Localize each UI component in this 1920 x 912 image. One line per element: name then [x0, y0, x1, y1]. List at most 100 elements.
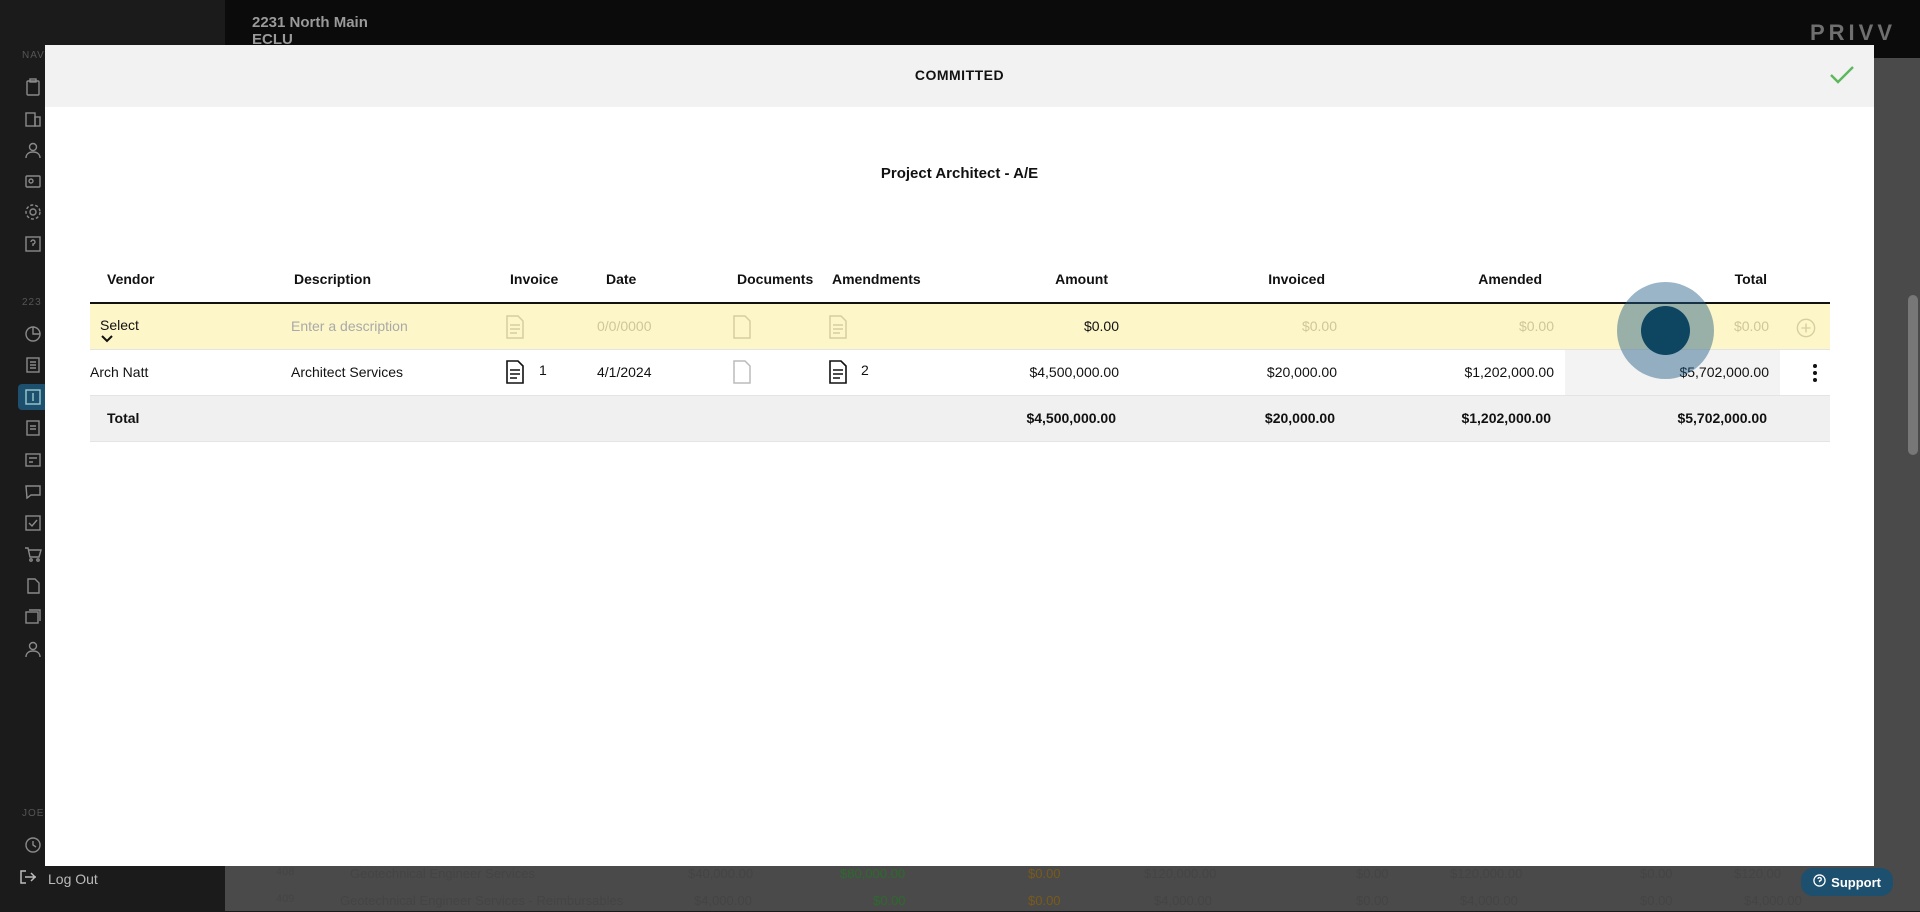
row-value: $0.00 [1028, 866, 1061, 881]
row-description: Geotechnical Engineer Services - Reimbur… [340, 893, 624, 908]
table-row[interactable]: 408 Geotechnical Engineer Services $40,0… [270, 863, 1880, 885]
clipboard-icon[interactable] [24, 78, 42, 96]
file-icon[interactable] [24, 577, 42, 595]
row-number: 409 [276, 893, 295, 905]
check-icon[interactable] [1828, 63, 1856, 87]
col-documents: Documents [737, 271, 814, 287]
brand-logo: PRIVV [1809, 20, 1896, 45]
invoice-document-icon[interactable] [505, 360, 525, 384]
user-icon[interactable] [24, 141, 42, 159]
invoice-document-icon[interactable] [505, 315, 525, 339]
col-total: Total [1734, 271, 1767, 287]
logout-icon [18, 868, 38, 889]
row-value: $4,000.00 [1744, 893, 1802, 908]
document-icon[interactable] [732, 315, 752, 339]
modal-title: COMMITTED [914, 67, 1005, 83]
scrollbar[interactable] [1908, 295, 1918, 455]
kebab-menu-icon[interactable] [1808, 362, 1822, 384]
amount-cell: $4,500,000.00 [1029, 364, 1119, 380]
clock-icon[interactable] [24, 836, 42, 854]
table-row[interactable]: Arch Natt Architect Services 1 4/1/2024 … [90, 350, 1830, 396]
contacts-icon[interactable] [24, 172, 42, 190]
description-cell: Architect Services [291, 364, 404, 380]
row-value: $120,000.00 [1144, 866, 1217, 881]
col-date: Date [606, 271, 637, 287]
row-value: $0.00 [873, 893, 906, 908]
list-icon[interactable] [24, 356, 42, 374]
invoiced-value: $0.00 [1301, 318, 1337, 334]
click-indicator-dot [1641, 306, 1690, 355]
row-value: $4,000.00 [1154, 893, 1212, 908]
gallery-icon[interactable] [24, 608, 42, 626]
table-row[interactable]: 409 Geotechnical Engineer Services - Rei… [270, 890, 1880, 912]
row-value: $120,00 [1734, 866, 1781, 881]
help-icon[interactable] [24, 235, 42, 253]
row-value: $120,000.00 [1450, 866, 1523, 881]
project-title[interactable]: 2231 North Main ECLU [252, 14, 368, 48]
chat-icon[interactable] [24, 483, 42, 501]
date-cell: 4/1/2024 [597, 364, 652, 380]
col-amended: Amended [1478, 271, 1542, 287]
col-invoice: Invoice [510, 271, 559, 287]
totals-total: $5,702,000.00 [1677, 410, 1767, 426]
date-input[interactable]: 0/0/0000 [597, 318, 652, 334]
totals-label: Total [107, 410, 140, 426]
help-circle-icon [1813, 874, 1826, 890]
amount-input[interactable]: $0.00 [1084, 318, 1119, 334]
click-indicator [1617, 282, 1714, 379]
committed-modal: COMMITTED Project Architect - A/E Vendor… [45, 45, 1874, 866]
row-value: $0.00 [1356, 866, 1389, 881]
row-value: $0.00 [1028, 893, 1061, 908]
row-value: $0.00 [1640, 893, 1673, 908]
section-title: Project Architect - A/E [880, 165, 1039, 182]
totals-row: Total $4,500,000.00 $20,000.00 $1,202,00… [90, 396, 1830, 442]
col-invoiced: Invoiced [1268, 271, 1325, 287]
col-vendor: Vendor [107, 271, 155, 287]
totals-invoiced: $20,000.00 [1264, 410, 1335, 426]
row-value: $40,000.00 [688, 866, 754, 881]
profile-icon[interactable] [24, 640, 42, 658]
amended-cell: $1,202,000.00 [1464, 364, 1554, 380]
sidebar-heading: 223 [22, 297, 42, 308]
vendor-cell: Arch Natt [90, 364, 149, 380]
totals-amended: $1,202,000.00 [1461, 410, 1551, 426]
modal-header: COMMITTED [45, 45, 1874, 107]
description-input[interactable]: Enter a description [291, 318, 408, 334]
chevron-down-icon [100, 331, 114, 347]
col-amount: Amount [1055, 271, 1108, 287]
invoiced-cell: $20,000.00 [1266, 364, 1337, 380]
cart-icon[interactable] [24, 545, 42, 563]
table-header: Vendor Description Invoice Date Document… [90, 250, 1830, 304]
building-icon[interactable] [24, 110, 42, 128]
sidebar-heading: NAV [22, 50, 45, 61]
sidebar-heading: JOE [22, 808, 45, 819]
logout-button[interactable]: Log Out [18, 868, 98, 889]
chart-icon[interactable] [24, 325, 42, 343]
vendor-select[interactable]: Select [100, 317, 139, 343]
amendments-count: 2 [861, 362, 869, 378]
plus-circle-icon[interactable] [1796, 316, 1816, 340]
totals-amount: $4,500,000.00 [1026, 410, 1116, 426]
row-value: $0.00 [1356, 893, 1389, 908]
committed-table: Vendor Description Invoice Date Document… [90, 250, 1830, 442]
amendment-document-icon[interactable] [828, 360, 848, 384]
row-value: $0.00 [1640, 866, 1673, 881]
project-name: 2231 North Main [252, 14, 368, 31]
col-amendments: Amendments [832, 271, 921, 287]
logout-label: Log Out [48, 870, 98, 887]
document-icon[interactable] [24, 419, 42, 437]
row-value: $4,000.00 [694, 893, 752, 908]
amended-value: $0.00 [1518, 318, 1554, 334]
support-button[interactable]: Support [1801, 868, 1893, 896]
gear-icon[interactable] [24, 203, 42, 221]
budget-icon[interactable] [18, 384, 48, 410]
amendment-document-icon[interactable] [828, 315, 848, 339]
invoice-icon[interactable] [24, 451, 42, 469]
total-value: $0.00 [1733, 318, 1769, 334]
checkbox-icon[interactable] [24, 514, 42, 532]
col-description: Description [294, 271, 372, 287]
row-value: $80,000.00 [840, 866, 906, 881]
document-icon[interactable] [732, 360, 752, 384]
invoice-count: 1 [539, 362, 547, 378]
row-value: $4,000.00 [1460, 893, 1518, 908]
